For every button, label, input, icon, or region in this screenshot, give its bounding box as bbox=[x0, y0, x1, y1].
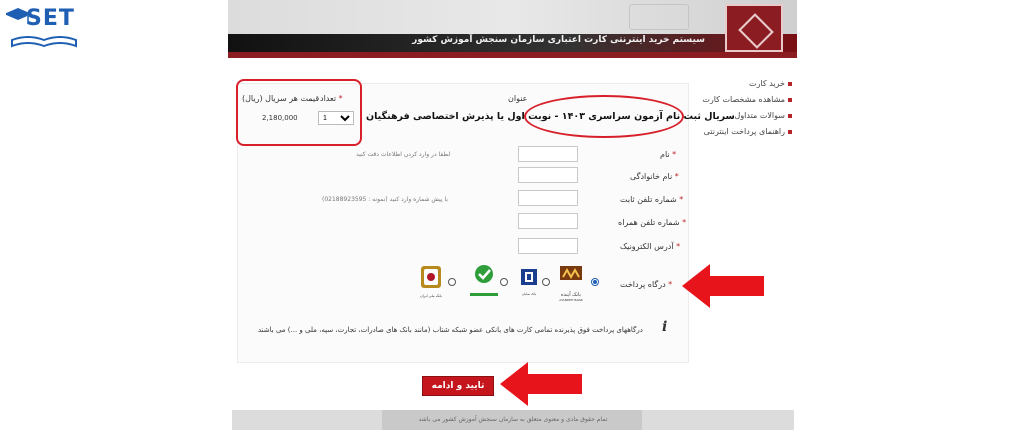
banner-red-bar bbox=[228, 52, 797, 58]
pasargad-bank-logo bbox=[470, 264, 498, 296]
mobile-input[interactable] bbox=[518, 213, 578, 229]
confirm-continue-button[interactable]: تایید و ادامه bbox=[422, 376, 494, 396]
footer-text: تمام حقوق مادی و معنوی متعلق به سازمان س… bbox=[418, 416, 608, 423]
gateway-radio-pasargad[interactable] bbox=[500, 278, 508, 286]
last-name-label: * نام خانوادگی bbox=[630, 172, 679, 181]
mobile-label: * شماره تلفن همراه bbox=[618, 218, 687, 227]
gateway-label: * درگاه پرداخت bbox=[620, 280, 673, 289]
last-name-input[interactable] bbox=[518, 167, 578, 183]
first-name-input[interactable] bbox=[518, 146, 578, 162]
ayandeh-bank-logo: بانک آینده AYANDEH BANK bbox=[556, 266, 586, 302]
header-banner: سیستم خرید اینترنتی کارت اعتباری سازمان … bbox=[228, 0, 797, 58]
annotation-arrow-confirm-icon bbox=[500, 362, 582, 406]
bullet-icon bbox=[788, 130, 792, 134]
cart-icon bbox=[629, 4, 689, 30]
menu-item-label: خرید کارت bbox=[749, 79, 785, 88]
set-logo: SET bbox=[4, 4, 86, 52]
footer-bar: تمام حقوق مادی و معنوی متعلق به سازمان س… bbox=[232, 410, 794, 430]
phone-input[interactable] bbox=[518, 190, 578, 206]
first-name-label: * نام bbox=[660, 150, 677, 159]
saman-bank-logo: بانک سامان bbox=[518, 268, 540, 296]
menu-item-view-card[interactable]: مشاهده مشخصات کارت bbox=[702, 92, 792, 108]
annotation-oval-title bbox=[524, 95, 684, 138]
annotation-arrow-gateway-icon bbox=[682, 264, 764, 308]
logo-text: SET bbox=[26, 6, 75, 31]
organization-emblem-icon bbox=[725, 4, 783, 52]
menu-item-payment-guide[interactable]: راهنمای پرداخت اینترنتی bbox=[702, 124, 792, 140]
bullet-icon bbox=[788, 82, 792, 86]
gateway-radio-melli[interactable] bbox=[448, 278, 456, 286]
gateway-radio-ayandeh[interactable] bbox=[591, 278, 599, 286]
first-name-hint: لطفا در وارد کردن اطلاعات دقت کنید bbox=[356, 151, 451, 158]
sidebar-menu: خرید کارت مشاهده مشخصات کارت سوالات متدا… bbox=[702, 76, 792, 140]
banner-title: سیستم خرید اینترنتی کارت اعتباری سازمان … bbox=[412, 35, 705, 45]
melli-bank-logo: بانک ملی ایران bbox=[418, 264, 444, 304]
phone-label: * شماره تلفن ثابت bbox=[620, 195, 684, 204]
gateway-radio-saman[interactable] bbox=[542, 278, 550, 286]
menu-item-buy-card[interactable]: خرید کارت bbox=[702, 76, 792, 92]
gateway-note: درگاههای پرداخت فوق پذیرنده تمامی کارت ه… bbox=[258, 326, 643, 334]
menu-item-label: سوالات متداول bbox=[734, 111, 786, 120]
bullet-icon bbox=[788, 98, 792, 102]
info-icon: i bbox=[662, 319, 668, 335]
header-title: عنوان bbox=[508, 94, 528, 103]
email-input[interactable] bbox=[518, 238, 578, 254]
menu-item-label: مشاهده مشخصات کارت bbox=[702, 95, 785, 104]
email-label: * آدرس الکترونیک bbox=[620, 242, 681, 251]
annotation-box-quantity-price bbox=[236, 79, 362, 146]
bullet-icon bbox=[788, 114, 792, 118]
menu-item-label: راهنمای پرداخت اینترنتی bbox=[703, 127, 785, 136]
phone-hint: با پیش شماره وارد کنید (نمونه : 02188923… bbox=[322, 196, 448, 203]
